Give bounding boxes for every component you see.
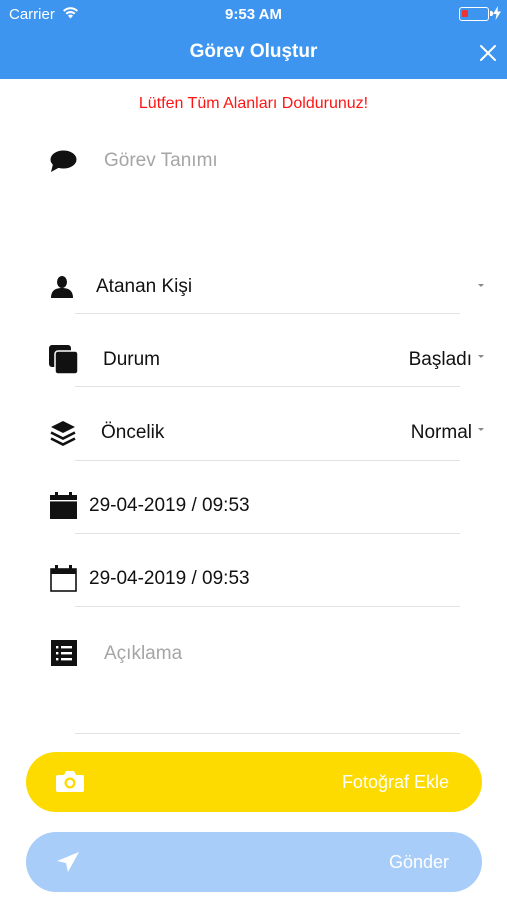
divider bbox=[75, 460, 460, 461]
priority-value: Normal bbox=[410, 422, 472, 443]
start-date-value: 29-04-2019 / 09:53 bbox=[89, 495, 250, 516]
send-label: Gönder bbox=[388, 852, 449, 872]
calendar-outline-icon bbox=[50, 565, 77, 597]
add-photo-label: Fotoğraf Ekle bbox=[341, 772, 449, 792]
close-icon[interactable] bbox=[479, 44, 497, 62]
priority-label: Öncelik bbox=[101, 422, 165, 443]
send-button[interactable]: Gönder bbox=[26, 832, 482, 892]
speech-bubble-icon bbox=[50, 150, 77, 178]
camera-icon bbox=[56, 770, 84, 797]
status-time: 9:53 AM bbox=[225, 6, 282, 23]
divider bbox=[75, 533, 460, 534]
list-icon bbox=[51, 640, 77, 671]
person-icon bbox=[51, 276, 73, 303]
calendar-filled-icon bbox=[50, 492, 77, 524]
add-photo-button[interactable]: Fotoğraf Ekle bbox=[26, 752, 482, 812]
chevron-down-icon bbox=[478, 355, 484, 358]
divider bbox=[75, 313, 460, 314]
validation-error: Lütfen Tüm Alanları Doldurunuz! bbox=[138, 95, 369, 112]
status-value: Başladı bbox=[408, 349, 472, 370]
chevron-down-icon bbox=[478, 428, 484, 431]
assignee-label: Atanan Kişi bbox=[96, 276, 193, 297]
header: Carrier 9:53 AM Görev Oluştur bbox=[0, 0, 507, 79]
battery-icon bbox=[459, 7, 493, 21]
copy-icon bbox=[49, 345, 79, 380]
send-icon bbox=[57, 852, 79, 877]
page-title: Görev Oluştur bbox=[189, 41, 318, 62]
divider bbox=[75, 606, 460, 607]
task-description-input[interactable]: Görev Tanımı bbox=[104, 150, 218, 172]
charging-icon bbox=[493, 6, 501, 25]
status-label: Durum bbox=[103, 349, 161, 370]
layers-icon bbox=[50, 420, 76, 451]
chevron-down-icon bbox=[478, 284, 484, 287]
notes-input[interactable]: Açıklama bbox=[104, 643, 182, 665]
divider bbox=[75, 733, 460, 734]
divider bbox=[75, 386, 460, 387]
end-date-value: 29-04-2019 / 09:53 bbox=[89, 568, 250, 589]
status-bar: Carrier 9:53 AM bbox=[0, 0, 507, 28]
